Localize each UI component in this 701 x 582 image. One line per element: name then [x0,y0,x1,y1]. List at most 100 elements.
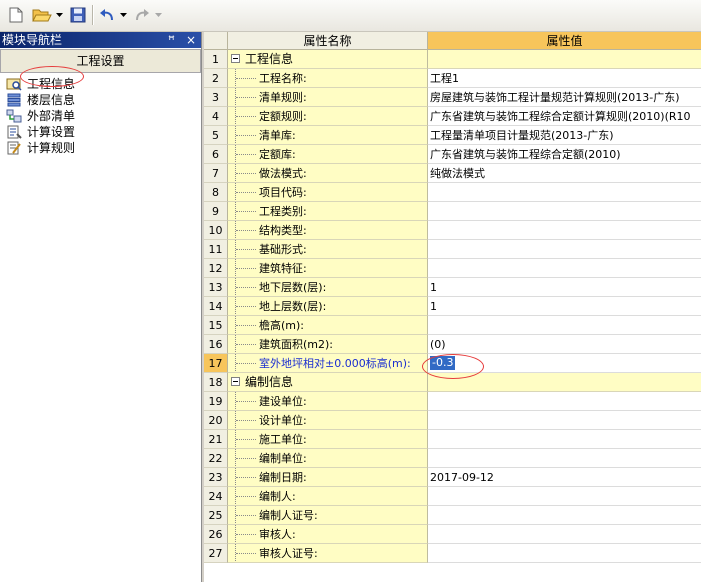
property-name-cell[interactable]: 建筑特征: [228,259,428,278]
property-name-cell[interactable]: 地下层数(层): [228,278,428,297]
property-name-cell[interactable]: 项目代码: [228,183,428,202]
table-row[interactable]: 22 编制单位: [204,449,701,468]
property-value-cell[interactable] [428,449,701,468]
property-name-cell[interactable]: 清单规则: [228,88,428,107]
row-number[interactable]: 2 [204,69,228,88]
table-row[interactable]: 27 审核人证号: [204,544,701,563]
property-value-cell[interactable] [428,221,701,240]
row-number[interactable]: 24 [204,487,228,506]
collapse-icon[interactable] [231,54,240,63]
table-row[interactable]: 3 清单规则: 房屋建筑与装饰工程计量规范计算规则(2013-广东) [204,88,701,107]
property-value-cell[interactable]: 房屋建筑与装饰工程计量规范计算规则(2013-广东) [428,88,701,107]
table-row[interactable]: 15 檐高(m): [204,316,701,335]
property-name-cell[interactable]: 编制日期: [228,468,428,487]
table-row[interactable]: 24 编制人: [204,487,701,506]
property-value-cell[interactable] [428,202,701,221]
property-name-cell[interactable]: 设计单位: [228,411,428,430]
table-row[interactable]: 19 建设单位: [204,392,701,411]
table-row[interactable]: 4 定额规则: 广东省建筑与装饰工程综合定额计算规则(2010)(R10 [204,107,701,126]
property-name-cell[interactable]: 室外地坪相对±0.000标高(m): [228,354,428,373]
row-number[interactable]: 20 [204,411,228,430]
property-value-cell[interactable]: 工程1 [428,69,701,88]
row-number[interactable]: 19 [204,392,228,411]
redo-dropdown-button[interactable] [153,6,163,24]
table-row[interactable]: 7 做法模式: 纯做法模式 [204,164,701,183]
property-name-cell[interactable]: 工程信息 [228,50,428,69]
property-name-cell[interactable]: 定额规则: [228,107,428,126]
table-row[interactable]: 25 编制人证号: [204,506,701,525]
table-row[interactable]: 16 建筑面积(m2): (0) [204,335,701,354]
property-value-cell[interactable]: (0) [428,335,701,354]
collapse-icon[interactable] [231,377,240,386]
property-name-cell[interactable]: 工程类别: [228,202,428,221]
open-file-button[interactable] [31,6,53,24]
redo-button[interactable] [132,6,152,24]
row-number[interactable]: 9 [204,202,228,221]
property-name-cell[interactable]: 施工单位: [228,430,428,449]
row-number[interactable]: 6 [204,145,228,164]
property-value-cell[interactable] [428,240,701,259]
property-value-cell[interactable]: 1 [428,278,701,297]
nav-item-calc-rules[interactable]: 计算规则 [0,140,201,156]
undo-dropdown-button[interactable] [118,6,128,24]
property-value-cell[interactable] [428,487,701,506]
table-row[interactable]: 5 清单库: 工程量清单项目计量规范(2013-广东) [204,126,701,145]
table-row[interactable]: 12 建筑特征: [204,259,701,278]
table-row[interactable]: 10 结构类型: [204,221,701,240]
table-row[interactable]: 26 审核人: [204,525,701,544]
row-number[interactable]: 25 [204,506,228,525]
pin-icon[interactable]: ꟸ [168,32,175,48]
property-value-cell[interactable] [428,411,701,430]
property-name-cell[interactable]: 审核人: [228,525,428,544]
property-name-cell[interactable]: 编制人证号: [228,506,428,525]
row-number[interactable]: 3 [204,88,228,107]
property-value-cell[interactable] [428,316,701,335]
property-value-cell[interactable] [428,50,701,69]
property-name-cell[interactable]: 审核人证号: [228,544,428,563]
property-value-cell[interactable] [428,544,701,563]
table-row[interactable]: 6 定额库: 广东省建筑与装饰工程综合定额(2010) [204,145,701,164]
property-name-cell[interactable]: 建筑面积(m2): [228,335,428,354]
row-number[interactable]: 14 [204,297,228,316]
group-row[interactable]: 1 工程信息 [204,50,701,69]
row-number[interactable]: 7 [204,164,228,183]
row-number[interactable]: 17 [204,354,228,373]
property-name-cell[interactable]: 清单库: [228,126,428,145]
row-number[interactable]: 11 [204,240,228,259]
property-value-cell[interactable] [428,525,701,544]
row-number[interactable]: 1 [204,50,228,69]
row-number[interactable]: 15 [204,316,228,335]
row-number[interactable]: 22 [204,449,228,468]
row-number[interactable]: 8 [204,183,228,202]
table-row[interactable]: 11 基础形式: [204,240,701,259]
row-number[interactable]: 27 [204,544,228,563]
new-file-button[interactable] [6,6,26,24]
row-number[interactable]: 13 [204,278,228,297]
column-header-property-name[interactable]: 属性名称 [228,32,428,50]
save-button[interactable] [68,6,88,24]
property-value-cell[interactable]: 工程量清单项目计量规范(2013-广东) [428,126,701,145]
property-name-cell[interactable]: 工程名称: [228,69,428,88]
row-number[interactable]: 4 [204,107,228,126]
table-row[interactable]: 9 工程类别: [204,202,701,221]
row-number[interactable]: 18 [204,373,228,392]
row-number[interactable]: 5 [204,126,228,145]
table-row[interactable]: 14 地上层数(层): 1 [204,297,701,316]
table-row[interactable]: 13 地下层数(层): 1 [204,278,701,297]
nav-item-external-list[interactable]: 外部清单 [0,108,201,124]
property-name-cell[interactable]: 结构类型: [228,221,428,240]
property-name-cell[interactable]: 编制人: [228,487,428,506]
property-value-cell[interactable]: 纯做法模式 [428,164,701,183]
property-value-cell[interactable] [428,506,701,525]
table-row[interactable]: 20 设计单位: [204,411,701,430]
row-number[interactable]: 23 [204,468,228,487]
property-value-cell[interactable] [428,259,701,278]
table-row[interactable]: 2 工程名称: 工程1 [204,69,701,88]
row-number[interactable]: 10 [204,221,228,240]
property-value-cell[interactable]: 2017-09-12 [428,468,701,487]
property-name-cell[interactable]: 编制信息 [228,373,428,392]
property-name-cell[interactable]: 定额库: [228,145,428,164]
open-dropdown-button[interactable] [54,6,64,24]
property-value-cell[interactable] [428,392,701,411]
property-value-cell[interactable]: 广东省建筑与装饰工程综合定额(2010) [428,145,701,164]
